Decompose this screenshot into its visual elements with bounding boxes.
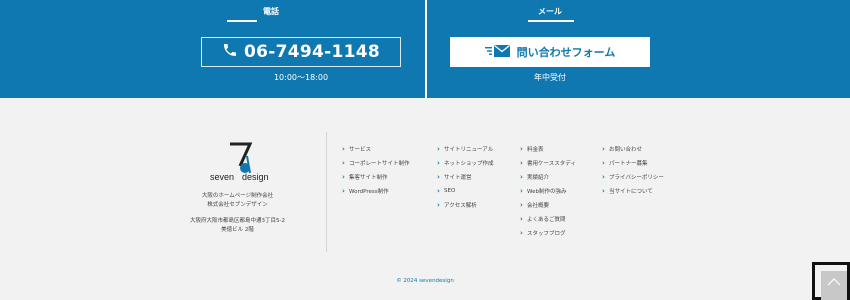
footer-nav-link[interactable]: › 集客サイト制作 (342, 170, 410, 184)
footer-nav-link[interactable]: › コーポレートサイト制作 (342, 156, 410, 170)
footer-nav-link[interactable]: › 料金表 (520, 142, 576, 156)
footer-divider (326, 132, 327, 252)
footer-nav-link[interactable]: › Web制作の強み (520, 184, 576, 198)
chevron-right-icon: › (602, 187, 605, 195)
mail-section: メール 問い合わせフォーム 年中受付 (427, 0, 850, 98)
footer-nav-link[interactable]: › アクセス解析 (437, 198, 494, 212)
chevron-right-icon: › (602, 173, 605, 181)
footer-nav-col-1: › サービス › コーポレートサイト制作 › 集客サイト制作 › WordPress制作 (342, 142, 410, 198)
scroll-to-top-button[interactable] (812, 262, 850, 300)
chevron-right-icon: › (520, 159, 523, 167)
mail-title: メール (538, 7, 562, 16)
contact-form-button[interactable]: 問い合わせフォーム (450, 37, 650, 67)
footer-nav-link[interactable]: › お問い合わせ (602, 142, 664, 156)
footer-brand: seven design 大阪のホームページ制作会社 株式会社セブンデザイン 大… (180, 140, 295, 235)
chevron-right-icon: › (602, 159, 605, 167)
chevron-right-icon: › (520, 187, 523, 195)
chevron-right-icon: › (437, 201, 440, 209)
chevron-right-icon: › (520, 215, 523, 223)
footer-nav-link[interactable]: › パートナー募集 (602, 156, 664, 170)
phone-icon (222, 42, 238, 62)
contact-form-label: 問い合わせフォーム (516, 46, 616, 59)
company-line-1: 大阪のホームページ制作会社 (201, 193, 274, 199)
svg-text:design: design (242, 172, 269, 182)
footer-nav-link[interactable]: › 当サイトについて (602, 184, 664, 198)
tel-button[interactable]: 06-7494-1148 (201, 37, 401, 67)
tel-number: 06-7494-1148 (244, 42, 380, 62)
tel-section: 電話 06-7494-1148 10:00〜18:00 (0, 0, 425, 98)
footer-nav-link[interactable]: › SEO (437, 184, 494, 198)
mail-title-underline (528, 20, 574, 22)
chevron-right-icon: › (342, 187, 345, 195)
footer-nav-link[interactable]: › プライバシーポリシー (602, 170, 664, 184)
footer-nav-link[interactable]: › 実績紹介 (520, 170, 576, 184)
copyright: © 2024 sevendesign (396, 278, 454, 284)
chevron-right-icon: › (437, 173, 440, 181)
address-line-2: 美徳ビル 2階 (221, 227, 254, 233)
address-line-1: 大阪府大阪市都島区都島中通3丁目5-2 (190, 218, 285, 224)
chevron-up-icon (827, 278, 841, 286)
footer-nav-link[interactable]: › スタッフブログ (520, 226, 576, 240)
company-address: 大阪府大阪市都島区都島中通3丁目5-2 美徳ビル 2階 (180, 217, 295, 235)
tel-title: 電話 (263, 7, 279, 16)
chevron-right-icon: › (520, 173, 523, 181)
footer-nav-link[interactable]: › 会社概要 (520, 198, 576, 212)
site-footer: seven design 大阪のホームページ制作会社 株式会社セブンデザイン 大… (0, 98, 850, 300)
tel-hours: 10:00〜18:00 (273, 73, 329, 82)
footer-nav-link[interactable]: › サービス (342, 142, 410, 156)
chevron-right-icon: › (437, 145, 440, 153)
chevron-right-icon: › (437, 187, 440, 195)
chevron-right-icon: › (342, 145, 345, 153)
chevron-right-icon: › (342, 173, 345, 181)
footer-nav-link[interactable]: › WordPress制作 (342, 184, 410, 198)
tel-title-underline (227, 20, 257, 22)
footer-nav-link[interactable]: › よくあるご質問 (520, 212, 576, 226)
mail-note: 年中受付 (534, 73, 566, 82)
company-description: 大阪のホームページ制作会社 株式会社セブンデザイン (180, 192, 295, 210)
chevron-right-icon: › (520, 201, 523, 209)
chevron-right-icon: › (602, 145, 605, 153)
footer-nav-link[interactable]: › サイト運営 (437, 170, 494, 184)
chevron-right-icon: › (342, 159, 345, 167)
footer-nav-link[interactable]: › ネットショップ作成 (437, 156, 494, 170)
footer-nav-link[interactable]: › 書用ケーススタディ (520, 156, 576, 170)
svg-text:seven: seven (210, 172, 234, 182)
chevron-right-icon: › (520, 229, 523, 237)
chevron-right-icon: › (437, 159, 440, 167)
footer-nav-link[interactable]: › サイトリニューアル (437, 142, 494, 156)
footer-nav-col-3: › 料金表 › 書用ケーススタディ › 実績紹介 › Web制作の強み › 会社概要 › よ… (520, 142, 576, 240)
chevron-right-icon: › (520, 145, 523, 153)
contact-band: 電話 06-7494-1148 10:00〜18:00 メール 問い合わせフォー… (0, 0, 850, 98)
company-line-2: 株式会社セブンデザイン (207, 202, 268, 208)
footer-nav-col-4: › お問い合わせ › パートナー募集 › プライバシーポリシー › 当サイトについて (602, 142, 664, 198)
footer-nav-col-2: › サイトリニューアル › ネットショップ作成 › サイト運営 › SEO › アクセス解… (437, 142, 494, 212)
company-logo[interactable]: seven design (180, 142, 295, 188)
mail-icon (484, 43, 511, 62)
